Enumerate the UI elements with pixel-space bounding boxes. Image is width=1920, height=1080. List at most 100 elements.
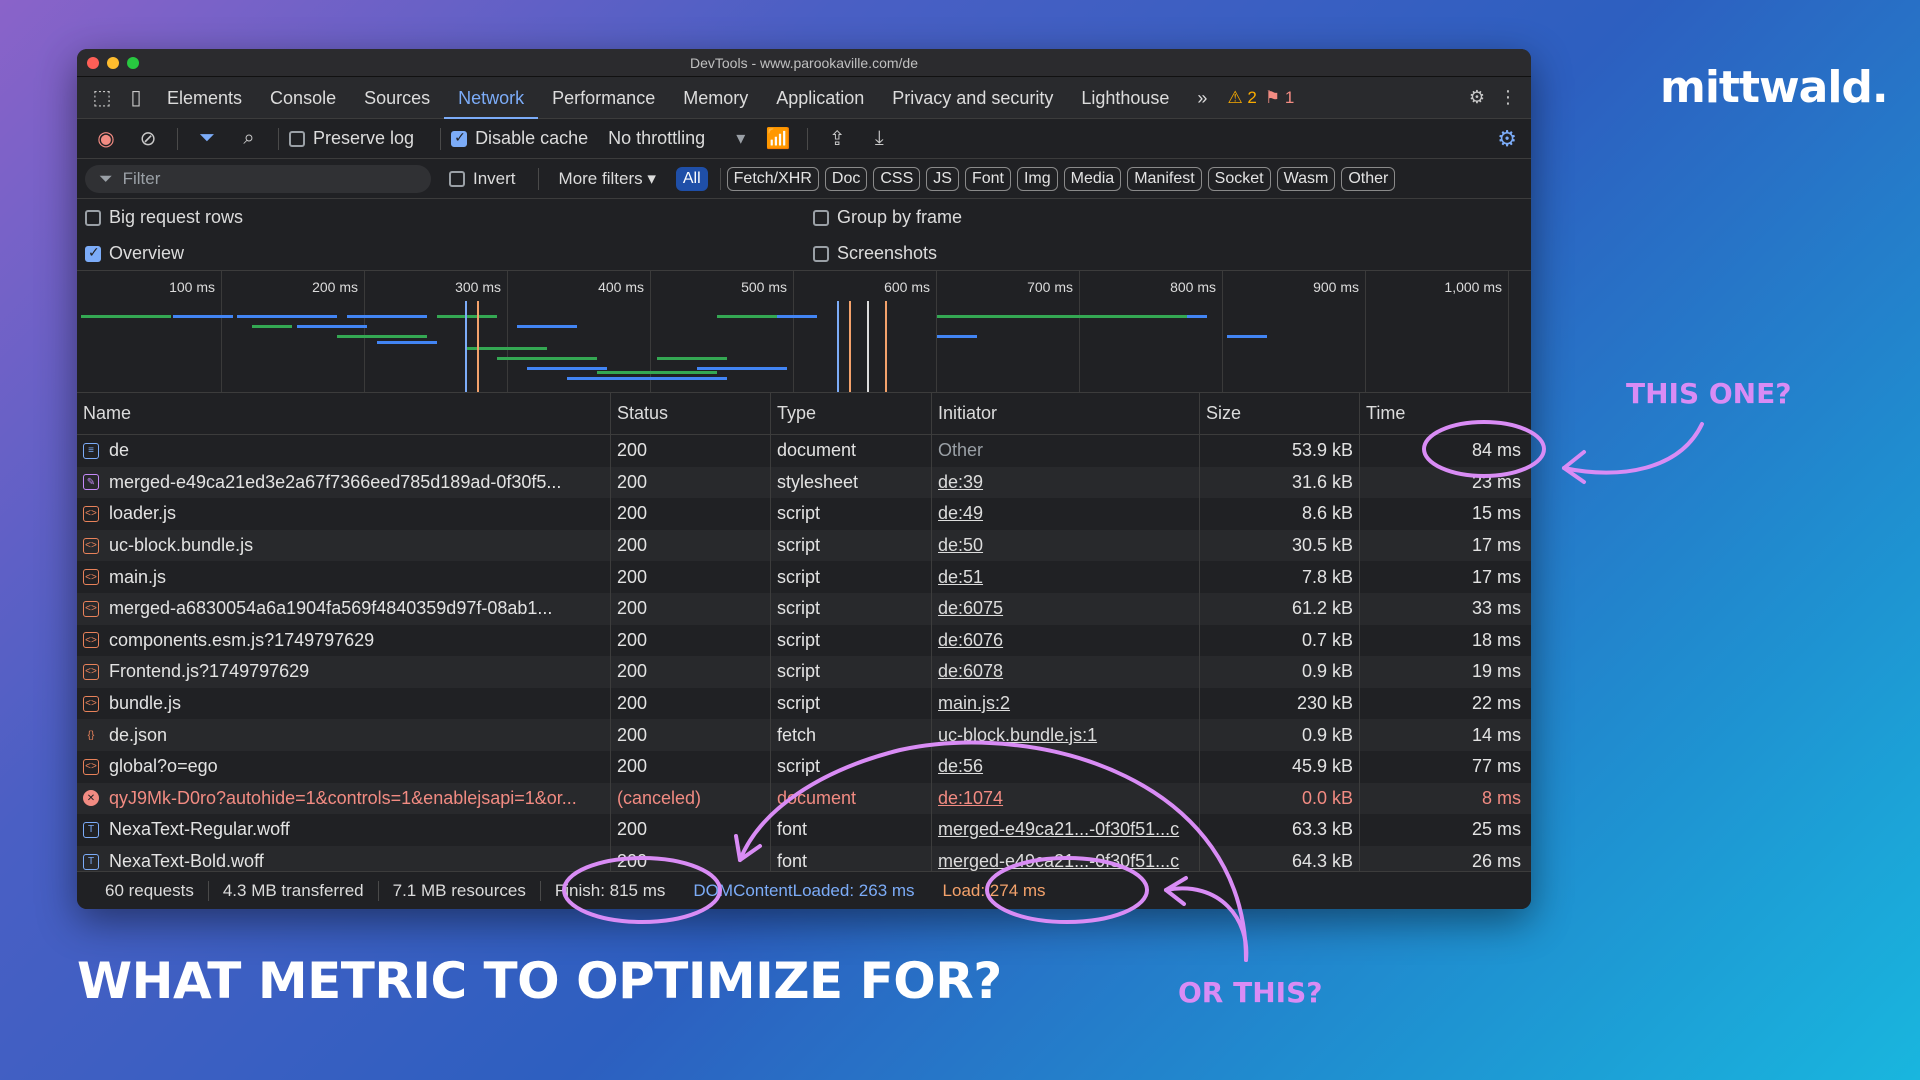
cell-name[interactable]: <> merged-a6830054a6a1904fa569f4840359d97…	[77, 592, 611, 625]
cell-initiator[interactable]: de:6078	[932, 656, 1200, 688]
tab-elements[interactable]: Elements	[153, 77, 256, 119]
table-row[interactable]: <> merged-a6830054a6a1904fa569f4840359d97…	[77, 592, 1531, 625]
clear-icon[interactable]: ⊘	[129, 124, 167, 154]
initiator-link[interactable]: de:51	[938, 567, 983, 588]
table-row[interactable]: ≡ de 200 document Other 53.9 kB 84 ms	[77, 435, 1531, 467]
tab-lighthouse[interactable]: Lighthouse	[1067, 77, 1183, 119]
export-har-icon[interactable]: ⤓	[860, 124, 898, 154]
cell-initiator[interactable]: de:50	[932, 529, 1200, 562]
initiator-link[interactable]: de:50	[938, 535, 983, 556]
inspect-element-icon[interactable]: ⬚	[85, 85, 119, 110]
tab-memory[interactable]: Memory	[669, 77, 762, 119]
cell-initiator[interactable]: de:56	[932, 750, 1200, 783]
network-conditions-icon[interactable]: 📶	[759, 124, 797, 154]
throttling-select[interactable]: No throttling ▾	[608, 128, 745, 149]
initiator-link[interactable]: main.js:2	[938, 693, 1010, 714]
tab-privacy-security[interactable]: Privacy and security	[878, 77, 1067, 119]
table-row[interactable]: <> loader.js 200 script de:49 8.6 kB 15 ms	[77, 498, 1531, 530]
cell-initiator[interactable]: de:51	[932, 561, 1200, 593]
network-overview-timeline[interactable]: 100 ms 200 ms 300 ms 400 ms 500 ms 600 ms 700 …	[77, 271, 1531, 393]
disable-cache-checkbox[interactable]: Disable cache	[451, 128, 604, 149]
cell-name[interactable]: ✕ qyJ9Mk-D0ro?autohide=1&controls=1&enabl…	[77, 782, 611, 815]
warning-badge[interactable]: ⚠ 2	[1227, 88, 1256, 108]
table-row[interactable]: <> components.esm.js?1749797629 200 script d…	[77, 624, 1531, 657]
cell-initiator[interactable]: de:49	[932, 498, 1200, 530]
chip-other[interactable]: Other	[1341, 166, 1396, 191]
chip-css[interactable]: CSS	[873, 166, 921, 191]
chip-font[interactable]: Font	[964, 166, 1011, 191]
table-row[interactable]: ✕ qyJ9Mk-D0ro?autohide=1&controls=1&enabl…	[77, 782, 1531, 815]
big-request-rows-checkbox[interactable]: Big request rows	[85, 207, 243, 228]
device-toolbar-icon[interactable]: ▯	[119, 85, 153, 110]
chip-socket[interactable]: Socket	[1207, 166, 1271, 191]
cell-name[interactable]: <> loader.js	[77, 498, 611, 530]
col-type[interactable]: Type	[771, 393, 932, 434]
group-by-frame-checkbox[interactable]: Group by frame	[813, 207, 962, 228]
error-badge[interactable]: ⚑ 1	[1265, 88, 1294, 108]
cell-name[interactable]: <> bundle.js	[77, 687, 611, 720]
cell-name[interactable]: {} de.json	[77, 719, 611, 751]
tab-application[interactable]: Application	[762, 77, 878, 119]
more-filters-dropdown[interactable]: More filters ▾	[559, 169, 656, 189]
chip-media[interactable]: Media	[1063, 166, 1122, 191]
invert-checkbox[interactable]: Invert	[449, 169, 532, 189]
chip-img[interactable]: Img	[1016, 166, 1058, 191]
initiator-link[interactable]: de:39	[938, 472, 983, 493]
chip-manifest[interactable]: Manifest	[1127, 166, 1202, 191]
table-row[interactable]: T NexaText-Regular.woff 200 font merged-e49c…	[77, 814, 1531, 846]
chip-doc[interactable]: Doc	[824, 166, 868, 191]
table-row[interactable]: <> uc-block.bundle.js 200 script de:50 30.5 k…	[77, 529, 1531, 562]
filter-icon[interactable]: ⏷	[188, 124, 226, 154]
initiator-link[interactable]: de:56	[938, 756, 983, 777]
initiator-link[interactable]: de:49	[938, 503, 983, 524]
table-row[interactable]: <> main.js 200 script de:51 7.8 kB 17 ms	[77, 561, 1531, 593]
col-initiator[interactable]: Initiator	[932, 393, 1200, 434]
chip-all[interactable]: All	[675, 166, 708, 191]
cell-initiator[interactable]: main.js:2	[932, 687, 1200, 720]
kebab-menu-icon[interactable]: ⋮	[1499, 87, 1517, 108]
search-icon[interactable]: ⌕	[230, 124, 268, 154]
cell-name[interactable]: <> main.js	[77, 561, 611, 593]
filter-input[interactable]: ⏷ Filter	[85, 164, 431, 193]
initiator-link[interactable]: merged-e49ca21...-0f30f51...c	[938, 819, 1179, 840]
initiator-link[interactable]: de:6076	[938, 630, 1003, 651]
tab-performance[interactable]: Performance	[538, 77, 669, 119]
col-status[interactable]: Status	[611, 393, 771, 434]
cell-initiator[interactable]: de:39	[932, 466, 1200, 499]
table-row[interactable]: <> global?o=ego 200 script de:56 45.9 kB 77 ms	[77, 750, 1531, 783]
more-tabs-icon[interactable]: »	[1183, 77, 1221, 119]
record-icon[interactable]: ◉	[87, 124, 125, 154]
table-row[interactable]: <> bundle.js 200 script main.js:2 230 kB 22 ms	[77, 687, 1531, 720]
settings-gear-icon[interactable]: ⚙	[1469, 87, 1485, 108]
cell-name[interactable]: <> Frontend.js?1749797629	[77, 656, 611, 688]
cell-name[interactable]: ≡ de	[77, 435, 611, 467]
screenshots-checkbox[interactable]: Screenshots	[813, 243, 937, 264]
chip-fetch-xhr[interactable]: Fetch/XHR	[726, 166, 819, 191]
tab-console[interactable]: Console	[256, 77, 350, 119]
col-time[interactable]: Time	[1360, 393, 1527, 434]
cell-name[interactable]: <> global?o=ego	[77, 750, 611, 783]
cell-name[interactable]: T NexaText-Regular.woff	[77, 814, 611, 846]
initiator-link[interactable]: de:1074	[938, 788, 1003, 809]
tab-network[interactable]: Network	[444, 77, 539, 119]
cell-initiator[interactable]: uc-block.bundle.js:1	[932, 719, 1200, 751]
cell-name[interactable]: <> components.esm.js?1749797629	[77, 624, 611, 657]
cell-initiator[interactable]: de:6076	[932, 624, 1200, 657]
tab-sources[interactable]: Sources	[350, 77, 444, 119]
chip-wasm[interactable]: Wasm	[1276, 166, 1336, 191]
initiator-link[interactable]: de:6075	[938, 598, 1003, 619]
table-row[interactable]: ✎ merged-e49ca21ed3e2a67f7366eed785d189ad…	[77, 466, 1531, 499]
cell-initiator[interactable]: de:1074	[932, 782, 1200, 815]
preserve-log-checkbox[interactable]: Preserve log	[289, 128, 430, 149]
cell-name[interactable]: <> uc-block.bundle.js	[77, 529, 611, 562]
chip-js[interactable]: JS	[926, 166, 959, 191]
cell-initiator[interactable]: de:6075	[932, 592, 1200, 625]
col-name[interactable]: Name	[77, 393, 611, 434]
table-row[interactable]: <> Frontend.js?1749797629 200 script de:6078…	[77, 656, 1531, 688]
initiator-link[interactable]: de:6078	[938, 661, 1003, 682]
network-settings-gear-icon[interactable]: ⚙	[1497, 126, 1517, 152]
table-row[interactable]: {} de.json 200 fetch uc-block.bundle.js:1 0.9…	[77, 719, 1531, 751]
import-har-icon[interactable]: ⇪	[818, 124, 856, 154]
overview-checkbox[interactable]: Overview	[85, 243, 184, 264]
initiator-link[interactable]: uc-block.bundle.js:1	[938, 725, 1097, 746]
